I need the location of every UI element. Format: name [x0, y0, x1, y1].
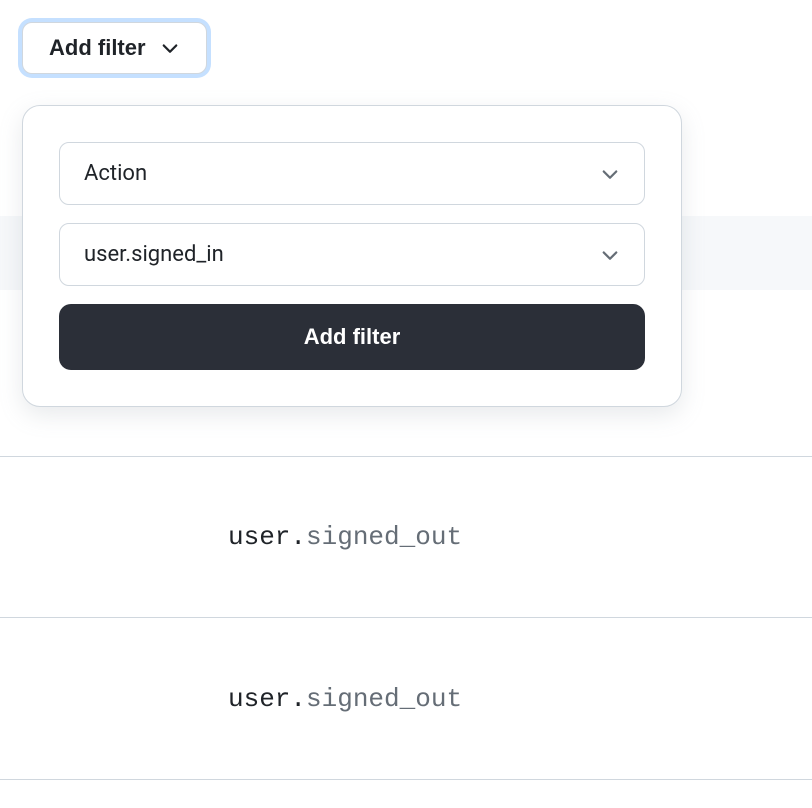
- add-filter-label: Add filter: [49, 35, 146, 61]
- log-action-prefix: user.: [228, 684, 306, 714]
- log-row: user.signed_out: [0, 618, 812, 780]
- submit-add-filter-button[interactable]: Add filter: [59, 304, 645, 370]
- filter-type-select[interactable]: Action: [59, 142, 645, 205]
- add-filter-button[interactable]: Add filter: [22, 22, 207, 74]
- add-filter-popover: Action user.signed_in Add filter: [22, 105, 682, 407]
- log-action-label: user.signed_out: [228, 522, 462, 552]
- submit-add-filter-label: Add filter: [304, 324, 401, 349]
- log-action-suffix: signed_out: [306, 522, 462, 552]
- chevron-down-icon: [600, 245, 620, 265]
- chevron-down-icon: [160, 38, 180, 58]
- log-action-suffix: signed_out: [306, 684, 462, 714]
- chevron-down-icon: [600, 164, 620, 184]
- filter-value-value: user.signed_in: [84, 242, 224, 267]
- log-row: user.signed_out: [0, 456, 812, 618]
- log-action-prefix: user.: [228, 522, 306, 552]
- filter-type-value: Action: [84, 161, 147, 186]
- log-action-label: user.signed_out: [228, 684, 462, 714]
- filter-value-select[interactable]: user.signed_in: [59, 223, 645, 286]
